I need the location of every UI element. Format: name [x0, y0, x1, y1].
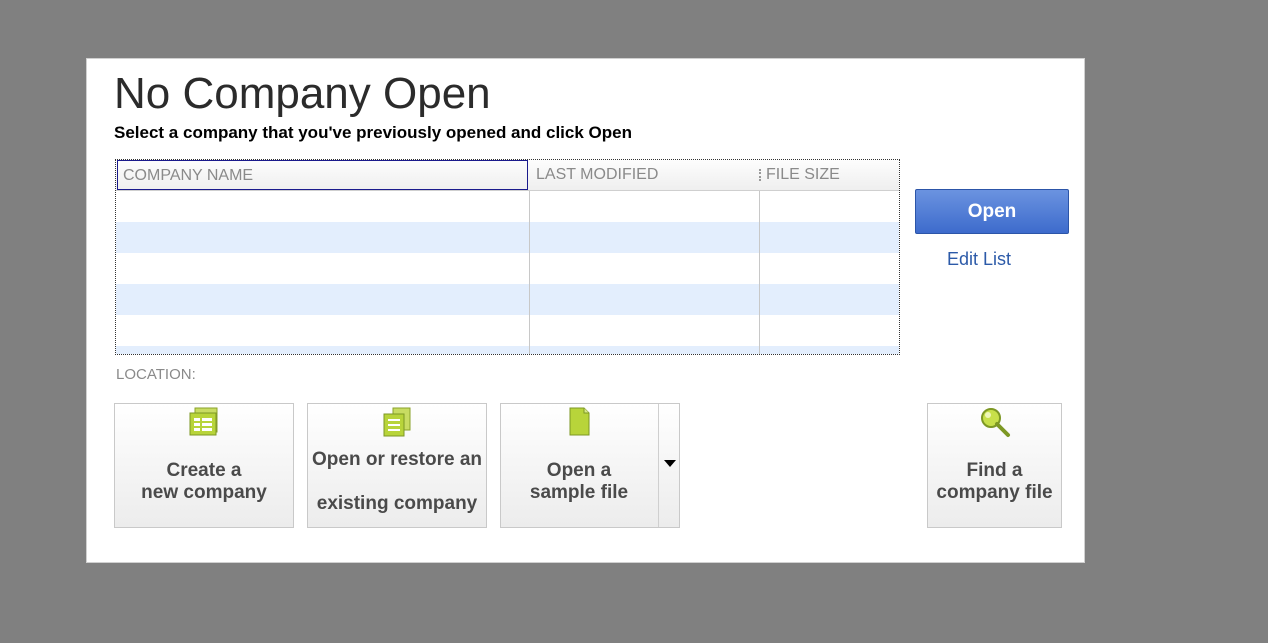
tile-label-line2: company file: [936, 482, 1053, 503]
tile-label-line2: sample file: [529, 482, 629, 503]
open-restore-company-button[interactable]: Open or restore an existing company: [307, 403, 487, 528]
open-button[interactable]: Open: [915, 189, 1069, 234]
find-company-file-button[interactable]: Find a company file: [927, 403, 1062, 528]
tile-label-line1: Find a: [966, 460, 1023, 481]
column-header-file-size[interactable]: FILE SIZE: [759, 160, 899, 190]
table-row[interactable]: [116, 346, 899, 354]
column-divider: [529, 191, 530, 354]
column-header-company-name[interactable]: COMPANY NAME: [117, 160, 528, 190]
sample-file-icon: [569, 407, 590, 436]
create-new-company-button[interactable]: Create a new company: [114, 403, 294, 528]
column-divider: [759, 191, 760, 354]
split-divider: [658, 404, 659, 527]
open-restore-icon: [383, 407, 411, 437]
table-row[interactable]: [116, 253, 899, 284]
table-row[interactable]: [116, 284, 899, 315]
create-company-icon: [189, 407, 218, 436]
tile-label-line1: Open a: [546, 460, 612, 481]
table-row[interactable]: [116, 315, 899, 346]
page-title: No Company Open: [114, 69, 491, 118]
tile-label-line1: Create a: [166, 460, 242, 481]
location-label: LOCATION:: [116, 366, 196, 383]
table-row[interactable]: [116, 191, 899, 222]
dropdown-arrow-icon[interactable]: [664, 460, 676, 467]
no-company-open-dialog: No Company Open Select a company that yo…: [86, 58, 1085, 563]
tile-label-line1: Open or restore an: [312, 449, 482, 470]
column-header-last-modified[interactable]: LAST MODIFIED: [529, 160, 759, 190]
page-subtitle: Select a company that you've previously …: [114, 123, 632, 142]
open-sample-file-button[interactable]: Open a sample file: [500, 403, 680, 528]
tile-label-line2: existing company: [316, 493, 478, 514]
company-list-table[interactable]: COMPANY NAME LAST MODIFIED FILE SIZE: [115, 159, 900, 355]
tile-label-line2: new company: [141, 482, 267, 503]
magnifier-icon: [980, 408, 1010, 437]
table-row[interactable]: [116, 222, 899, 253]
open-button-label: Open: [967, 200, 1017, 222]
table-header: COMPANY NAME LAST MODIFIED FILE SIZE: [116, 160, 899, 191]
edit-list-link[interactable]: Edit List: [947, 249, 1011, 270]
